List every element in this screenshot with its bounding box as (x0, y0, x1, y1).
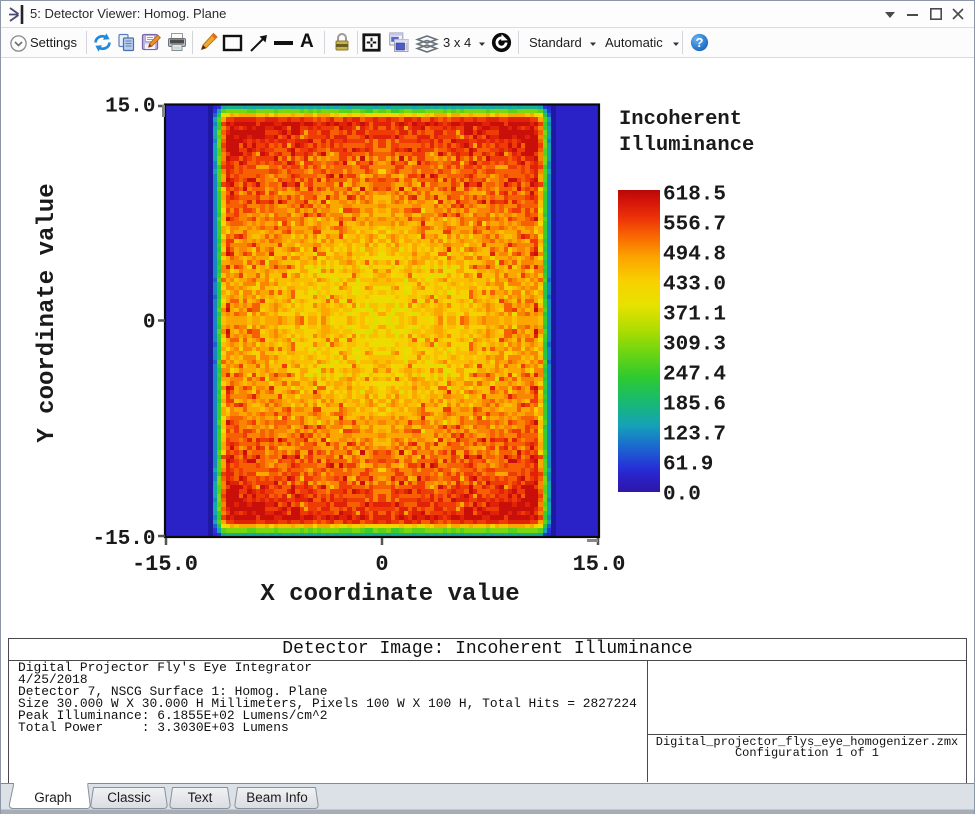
svg-text:Classic: Classic (107, 790, 151, 805)
svg-text:371.1: 371.1 (663, 304, 726, 327)
svg-text:?: ? (696, 35, 704, 50)
svg-text:618.5: 618.5 (663, 184, 726, 207)
svg-text:0: 0 (143, 312, 156, 335)
svg-text:Beam Info: Beam Info (246, 790, 308, 805)
svg-text:X coordinate value: X coordinate value (260, 581, 519, 608)
svg-text:15.0: 15.0 (573, 552, 626, 577)
svg-text:Text: Text (188, 790, 213, 805)
svg-text:Y coordinate value: Y coordinate value (34, 183, 61, 442)
svg-text:0: 0 (375, 552, 388, 577)
svg-text:61.9: 61.9 (663, 454, 713, 477)
svg-text:123.7: 123.7 (663, 424, 726, 447)
svg-text:-15.0: -15.0 (92, 528, 155, 551)
svg-text:433.0: 433.0 (663, 274, 726, 297)
svg-text:494.8: 494.8 (663, 244, 726, 267)
svg-text:247.4: 247.4 (663, 364, 726, 387)
svg-text:309.3: 309.3 (663, 334, 726, 357)
svg-text:0.0: 0.0 (663, 484, 701, 507)
svg-text:Illuminance: Illuminance (619, 134, 754, 157)
svg-text:-15.0: -15.0 (132, 552, 198, 577)
svg-text:Incoherent: Incoherent (619, 108, 742, 131)
svg-text:185.6: 185.6 (663, 394, 726, 417)
svg-text:556.7: 556.7 (663, 214, 726, 237)
svg-text:15.0: 15.0 (105, 96, 155, 119)
svg-text:Graph: Graph (34, 790, 72, 805)
